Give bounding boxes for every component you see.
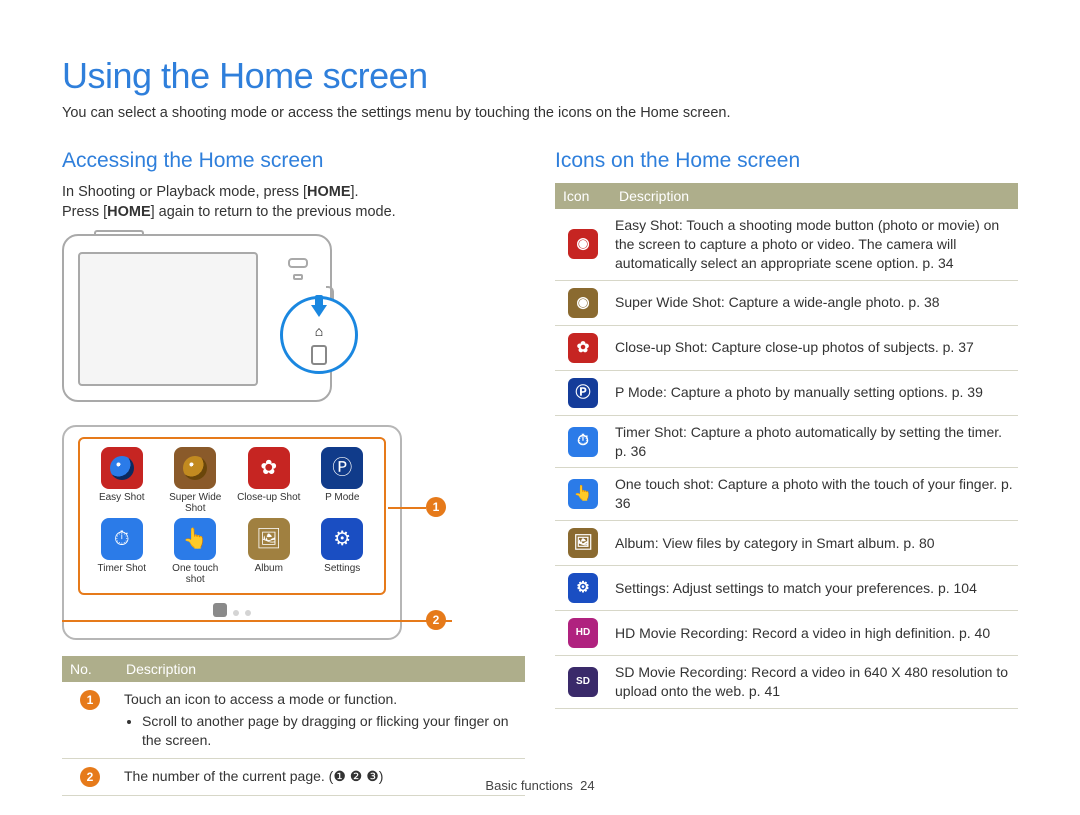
col-icon-header: Icon	[555, 183, 611, 209]
mode-icon: ⏱	[101, 518, 143, 560]
icon-table: Icon Description ◉Easy Shot: Touch a sho…	[555, 183, 1018, 709]
feature-icon: ✿	[568, 333, 598, 363]
home-button-icon	[311, 345, 327, 365]
mode-label: P Mode	[325, 492, 359, 503]
col-desc-header: Description	[611, 183, 1018, 209]
grid-cell: ✿ Close-up Shot	[237, 447, 301, 514]
mode-label: One touch shot	[164, 563, 228, 585]
table-row: ⚙Settings: Adjust settings to match your…	[555, 566, 1018, 611]
left-heading: Accessing the Home screen	[62, 149, 525, 173]
feature-icon: SD	[568, 667, 598, 697]
home-screen-figure: Easy Shot Super Wide Shot ✿ Close-up Shot Ⓟ P…	[62, 425, 402, 640]
table-row: HDHD Movie Recording: Record a video in …	[555, 611, 1018, 656]
home-icon: ⌂	[315, 323, 323, 339]
feature-icon: 🖼	[568, 528, 598, 558]
table-row: ⏱Timer Shot: Capture a photo automatical…	[555, 415, 1018, 468]
camera-outline: ⌂	[62, 234, 332, 402]
table-row: ✿Close-up Shot: Capture close-up photos …	[555, 325, 1018, 370]
left-column: Accessing the Home screen In Shooting or…	[62, 149, 525, 796]
left-instruction: In Shooting or Playback mode, press [HOM…	[62, 183, 525, 222]
callout-2: 2	[426, 610, 446, 630]
intro-text: You can select a shooting mode or access…	[62, 105, 1018, 121]
mode-icon: 🖼	[248, 518, 290, 560]
grid-cell: Easy Shot	[90, 447, 154, 514]
right-column: Icons on the Home screen Icon Descriptio…	[555, 149, 1018, 796]
feature-icon: ◉	[568, 288, 598, 318]
mode-label: Settings	[324, 563, 360, 574]
arrow-down-icon	[311, 305, 327, 317]
table-row: 👆One touch shot: Capture a photo with th…	[555, 468, 1018, 521]
page-title: Using the Home screen	[62, 55, 1018, 97]
col-no-header: No.	[62, 656, 118, 682]
right-heading: Icons on the Home screen	[555, 149, 1018, 173]
grid-cell: 🖼 Album	[237, 518, 301, 585]
mode-label: Easy Shot	[99, 492, 145, 503]
callout-table: No. Description 1 Touch an icon to acces…	[62, 656, 525, 796]
feature-icon: Ⓟ	[568, 378, 598, 408]
grid-cell: ⚙ Settings	[311, 518, 375, 585]
table-row: 🖼Album: View files by category in Smart …	[555, 521, 1018, 566]
camera-figure: ⌂	[62, 234, 332, 402]
callout-1: 1	[426, 497, 446, 517]
page-indicator	[78, 595, 386, 622]
mode-label: Super Wide Shot	[164, 492, 228, 514]
mode-icon	[101, 447, 143, 489]
home-screen-highlight: Easy Shot Super Wide Shot ✿ Close-up Shot Ⓟ P…	[78, 437, 386, 595]
page: Using the Home screen You can select a s…	[0, 0, 1080, 815]
feature-icon: ⚙	[568, 573, 598, 603]
icon-grid: Easy Shot Super Wide Shot ✿ Close-up Shot Ⓟ P…	[90, 447, 374, 585]
mode-icon: Ⓟ	[321, 447, 363, 489]
table-row: SDSD Movie Recording: Record a video in …	[555, 656, 1018, 709]
two-column-layout: Accessing the Home screen In Shooting or…	[62, 149, 1018, 796]
mode-label: Album	[255, 563, 283, 574]
grid-cell: ⏱ Timer Shot	[90, 518, 154, 585]
table-row: ◉Super Wide Shot: Capture a wide-angle p…	[555, 280, 1018, 325]
mode-icon: ✿	[248, 447, 290, 489]
table-row: ⓅP Mode: Capture a photo by manually set…	[555, 370, 1018, 415]
table-row: 1 Touch an icon to access a mode or func…	[62, 682, 525, 758]
feature-icon: ◉	[568, 229, 598, 259]
grid-cell: Ⓟ P Mode	[311, 447, 375, 514]
footer: Basic functions 24	[0, 778, 1080, 793]
grid-cell: Super Wide Shot	[164, 447, 228, 514]
col-desc-header: Description	[118, 656, 525, 682]
mode-icon: 👆	[174, 518, 216, 560]
feature-icon: ⏱	[568, 427, 598, 457]
mode-icon: ⚙	[321, 518, 363, 560]
mode-label: Timer Shot	[97, 563, 146, 574]
table-row: ◉Easy Shot: Touch a shooting mode button…	[555, 209, 1018, 280]
feature-icon: HD	[568, 618, 598, 648]
grid-cell: 👆 One touch shot	[164, 518, 228, 585]
camera-screen	[78, 252, 258, 386]
feature-icon: 👆	[568, 479, 598, 509]
mode-label: Close-up Shot	[237, 492, 300, 503]
home-button-callout: ⌂	[280, 296, 358, 374]
mode-icon	[174, 447, 216, 489]
